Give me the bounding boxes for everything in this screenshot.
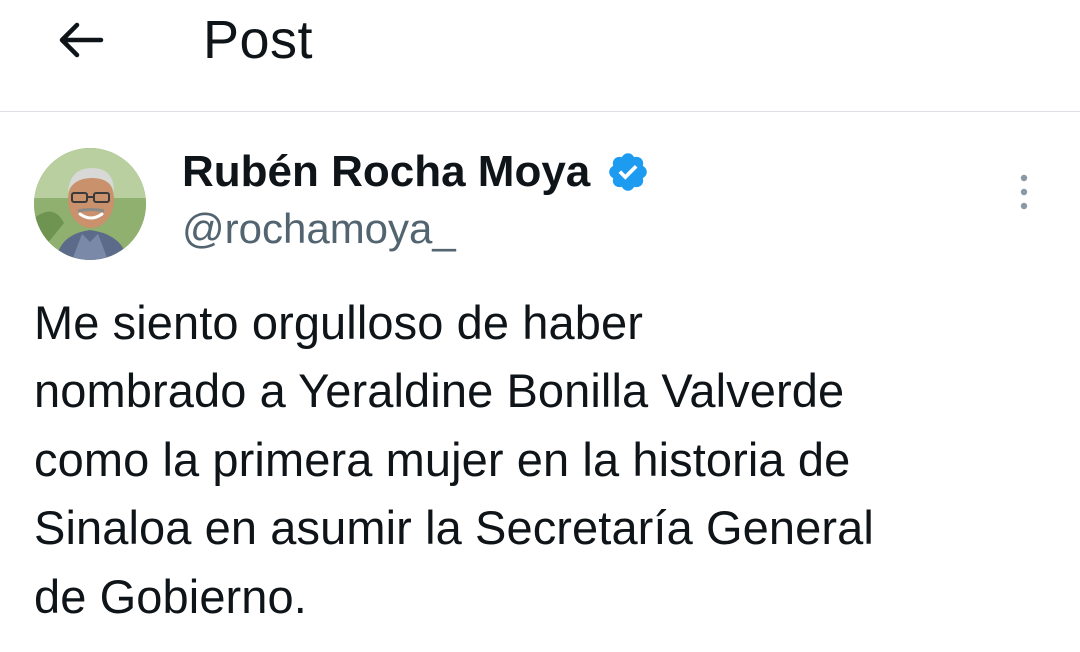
arrow-left-icon <box>59 22 104 58</box>
profile-photo <box>34 148 146 260</box>
verified-badge-icon <box>609 153 648 191</box>
back-button[interactable] <box>50 10 110 70</box>
author-name[interactable]: Rubén Rocha Moya <box>182 146 650 198</box>
more-vertical-icon <box>1020 174 1028 210</box>
post-text-line: de Gobierno. <box>34 569 307 623</box>
avatar[interactable] <box>34 148 146 260</box>
post-text-line: como la primera mujer en la historia de <box>34 432 851 486</box>
page-title: Post <box>203 10 314 70</box>
author-name-text: Rubén Rocha Moya <box>182 147 591 196</box>
author-handle[interactable]: @rochamoya_ <box>182 203 456 255</box>
top-bar: Post <box>0 0 1080 112</box>
post-text-line: Sinaloa en asumir la Secretaría General <box>34 501 874 555</box>
more-options-button[interactable] <box>1004 170 1044 214</box>
post-text-line: Me siento orgulloso de haber <box>34 296 643 349</box>
post-text: Me siento orgulloso de haber nombrado a … <box>34 289 1074 631</box>
post-text-line: nombrado a Yeraldine Bonilla Valverde <box>34 364 845 418</box>
